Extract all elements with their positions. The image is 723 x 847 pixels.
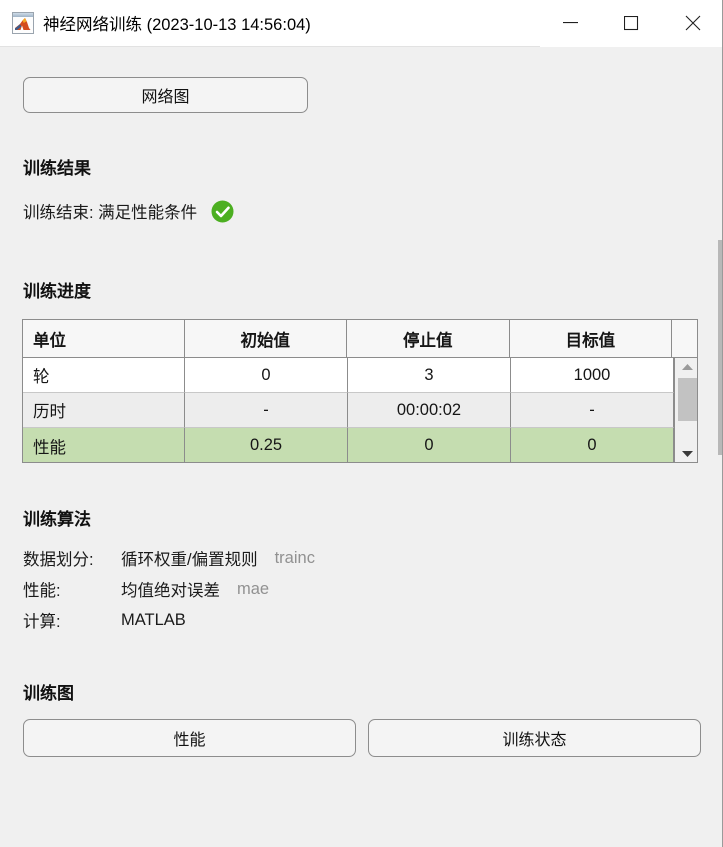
cell-initial: 0	[185, 358, 348, 393]
cell-target: 0	[511, 428, 674, 462]
algorithm-row-data-division: 数据划分: 循环权重/偏置规则 trainc	[23, 547, 315, 570]
cell-unit: 轮	[23, 358, 185, 393]
matlab-membrane-glyph	[15, 18, 31, 30]
network-diagram-button[interactable]: 网络图	[23, 77, 308, 113]
training-plots-heading: 训练图	[23, 684, 74, 703]
maximize-button[interactable]	[601, 0, 662, 47]
algorithm-code: mae	[237, 579, 270, 598]
close-icon	[685, 15, 700, 31]
performance-plot-button[interactable]: 性能	[23, 719, 356, 757]
window-vertical-scrollbar[interactable]	[718, 47, 722, 847]
scrollbar-track[interactable]	[675, 376, 698, 445]
window-scrollbar-thumb[interactable]	[718, 240, 722, 455]
training-progress-table: 单位 初始值 停止值 目标值 轮 0 3 1000 历时 - 00:00:02 …	[22, 319, 698, 463]
column-header-spacer	[672, 320, 697, 358]
table-header-row: 单位 初始值 停止值 目标值	[23, 320, 697, 358]
training-window: 神经网络训练 (2023-10-13 14:56:04) 网络图 训练结果 训练…	[0, 0, 723, 847]
cell-initial: -	[185, 393, 348, 428]
table-row[interactable]: 性能 0.25 0 0	[23, 428, 674, 462]
close-button[interactable]	[662, 0, 722, 47]
algorithm-code: trainc	[274, 548, 315, 567]
maximize-icon	[624, 15, 639, 30]
table-row[interactable]: 历时 - 00:00:02 -	[23, 393, 674, 428]
cell-stop: 3	[348, 358, 511, 393]
check-circle-icon	[211, 200, 234, 222]
training-results-heading: 训练结果	[23, 159, 91, 178]
scroll-up-button[interactable]	[675, 358, 698, 376]
cell-unit: 历时	[23, 393, 185, 428]
algorithm-label: 计算:	[23, 613, 61, 631]
cell-target: 1000	[511, 358, 674, 393]
cell-unit: 性能	[23, 428, 185, 462]
algorithm-value: 循环权重/偏置规则	[121, 551, 258, 569]
algorithm-value: 均值绝对误差	[121, 582, 220, 600]
algorithm-label: 性能:	[23, 582, 61, 600]
column-header-initial: 初始值	[184, 320, 348, 358]
algorithm-row-calculation: 计算: MATLAB	[23, 609, 203, 632]
cell-stop: 00:00:02	[348, 393, 511, 428]
training-state-plot-button[interactable]: 训练状态	[368, 719, 701, 757]
triangle-down-icon	[681, 451, 693, 457]
cell-stop: 0	[348, 428, 511, 462]
column-header-stop: 停止值	[347, 320, 510, 358]
table-rows: 轮 0 3 1000 历时 - 00:00:02 - 性能 0.25 0 0	[23, 358, 674, 462]
table-body: 轮 0 3 1000 历时 - 00:00:02 - 性能 0.25 0 0	[23, 358, 698, 462]
column-header-target: 目标值	[509, 320, 673, 358]
table-row[interactable]: 轮 0 3 1000	[23, 358, 674, 393]
scrollbar-thumb[interactable]	[677, 378, 697, 421]
algorithm-value: MATLAB	[121, 610, 186, 629]
window-controls	[540, 0, 722, 47]
scroll-down-button[interactable]	[675, 445, 698, 462]
window-title: 神经网络训练 (2023-10-13 14:56:04)	[43, 16, 311, 34]
cell-target: -	[511, 393, 674, 428]
title-bar: 神经网络训练 (2023-10-13 14:56:04)	[0, 0, 722, 47]
algorithm-row-performance: 性能: 均值绝对误差 mae	[23, 578, 270, 601]
minimize-icon	[563, 22, 578, 24]
training-algorithm-heading: 训练算法	[23, 510, 91, 529]
matlab-icon	[12, 12, 34, 34]
cell-initial: 0.25	[185, 428, 348, 462]
training-status-label: 训练结束: 满足性能条件	[23, 204, 198, 222]
training-status-row: 训练结束: 满足性能条件	[23, 199, 234, 223]
algorithm-label: 数据划分:	[23, 551, 94, 569]
column-header-unit: 单位	[23, 320, 185, 358]
training-progress-heading: 训练进度	[23, 282, 91, 301]
minimize-button[interactable]	[540, 0, 601, 47]
triangle-up-icon	[681, 364, 693, 370]
table-vertical-scrollbar[interactable]	[674, 358, 698, 462]
